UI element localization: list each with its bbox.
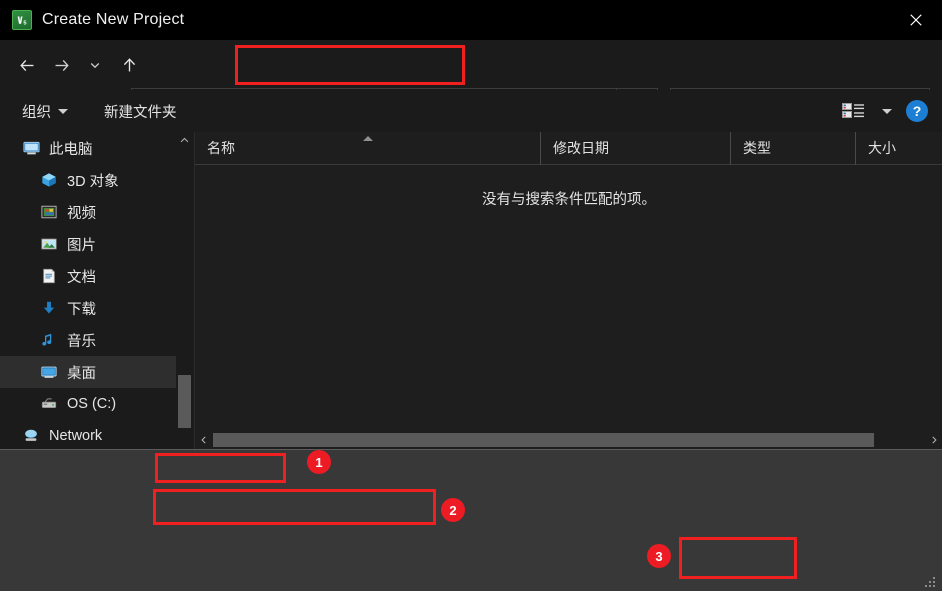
arrow-up-icon[interactable]	[112, 48, 146, 82]
sidebar-item-documents[interactable]: 文档	[0, 260, 176, 292]
view-caret-chevron-down-icon[interactable]	[882, 108, 892, 114]
empty-state-message: 没有与搜索条件匹配的项。	[482, 192, 656, 208]
scrollbar-track[interactable]	[213, 433, 925, 447]
svg-text:5: 5	[23, 20, 26, 26]
new-folder-button[interactable]: 新建文件夹	[104, 101, 177, 122]
sidebar-item-os-c[interactable]: OS (C:)	[0, 388, 176, 420]
resize-grip-icon[interactable]	[925, 575, 937, 587]
organize-button[interactable]: 组织	[22, 101, 68, 122]
sidebar-item-pictures[interactable]: 图片	[0, 228, 176, 260]
sidebar-item-videos[interactable]: 视频	[0, 196, 176, 228]
column-header-label: 类型	[743, 140, 771, 156]
pictures-icon	[40, 235, 58, 253]
column-header-label: 名称	[207, 140, 235, 156]
sidebar-item-label: 图片	[67, 237, 96, 254]
sidebar-item-label: 视频	[67, 205, 96, 222]
documents-icon	[40, 267, 58, 285]
sidebar-item-label: OS (C:)	[67, 396, 117, 412]
navigation-pane: 此电脑 3D 对象 视频 图片 文档 下载 音乐 桌面 OS (C:) Netw…	[0, 132, 176, 449]
help-icon[interactable]: ?	[906, 100, 928, 122]
sidebar-item-label: 3D 对象	[67, 173, 119, 190]
downloads-icon	[40, 299, 58, 317]
column-header-label: 大小	[868, 140, 896, 156]
scroll-left-chevron-left-icon[interactable]	[195, 431, 213, 449]
close-icon[interactable]	[890, 0, 942, 40]
chevron-down-icon	[58, 108, 68, 114]
scroll-up-chevron-up-icon[interactable]	[176, 132, 193, 149]
arrow-right-icon[interactable]	[44, 48, 78, 82]
column-headers: 名称 修改日期 类型 大小	[195, 131, 942, 165]
sidebar-item-desktop[interactable]: 桌面	[0, 356, 176, 388]
sidebar-item-downloads[interactable]: 下载	[0, 292, 176, 324]
save-form-panel: 文件名(N): pro_1 保存类型(T): Project Files (*.…	[0, 449, 942, 591]
create-new-project-dialog: 5 Create New Project 组织 新建文件夹 ? 此电脑 3D 对…	[0, 0, 942, 591]
annotation-badge-1: 1	[307, 450, 331, 474]
column-header-date-modified[interactable]: 修改日期	[540, 131, 730, 165]
content-area: 此电脑 3D 对象 视频 图片 文档 下载 音乐 桌面 OS (C:) Netw…	[0, 131, 942, 591]
file-list-horizontal-scrollbar[interactable]	[195, 431, 942, 449]
command-toolbar: 组织 新建文件夹 ?	[0, 90, 942, 132]
desktop-icon	[40, 363, 58, 381]
sidebar-item-3d-objects[interactable]: 3D 对象	[0, 164, 176, 196]
sidebar-item-label: 此电脑	[49, 141, 93, 158]
recent-locations-chevron-down-icon[interactable]	[78, 48, 112, 82]
scrollbar-thumb[interactable]	[178, 375, 191, 428]
music-icon	[40, 331, 58, 349]
this-pc-icon	[22, 139, 40, 157]
title-bar: 5 Create New Project	[0, 0, 942, 40]
sidebar-item-label: 音乐	[67, 333, 96, 350]
organize-label: 组织	[22, 104, 51, 121]
3d-objects-icon	[40, 171, 58, 189]
sidebar-item-this-pc[interactable]: 此电脑	[0, 132, 176, 164]
toolbar-right-group: ?	[842, 90, 928, 132]
column-header-type[interactable]: 类型	[730, 131, 855, 165]
arrow-left-icon[interactable]	[10, 48, 44, 82]
sidebar-item-label: 下载	[67, 301, 96, 318]
network-icon	[22, 427, 40, 445]
keil-uvision-icon: 5	[12, 10, 32, 30]
view-layout-icon[interactable]	[842, 103, 868, 119]
column-header-label: 修改日期	[553, 140, 609, 156]
drive-icon	[40, 395, 58, 413]
annotation-badge-2: 2	[441, 498, 465, 522]
annotation-badge-3: 3	[647, 544, 671, 568]
sidebar-scrollbar[interactable]	[176, 132, 942, 591]
sort-ascending-icon	[363, 135, 373, 141]
scroll-right-chevron-right-icon[interactable]	[925, 431, 942, 449]
column-header-name[interactable]: 名称	[195, 132, 540, 165]
column-header-size[interactable]: 大小	[855, 131, 942, 165]
videos-icon	[40, 203, 58, 221]
scrollbar-thumb[interactable]	[213, 433, 874, 447]
window-title: Create New Project	[42, 11, 185, 28]
sidebar-item-label: 桌面	[67, 365, 96, 382]
sidebar-item-music[interactable]: 音乐	[0, 324, 176, 356]
sidebar-item-network[interactable]: Network	[0, 420, 176, 449]
sidebar-item-label: 文档	[67, 269, 96, 286]
navigation-bar: « › keil_pro › USER › pro_1	[0, 40, 942, 122]
file-list-pane: 名称 修改日期 类型 大小 没有与搜索条件匹配的项。	[194, 131, 942, 449]
sidebar-item-label: Network	[49, 428, 103, 444]
new-folder-label: 新建文件夹	[104, 104, 177, 121]
